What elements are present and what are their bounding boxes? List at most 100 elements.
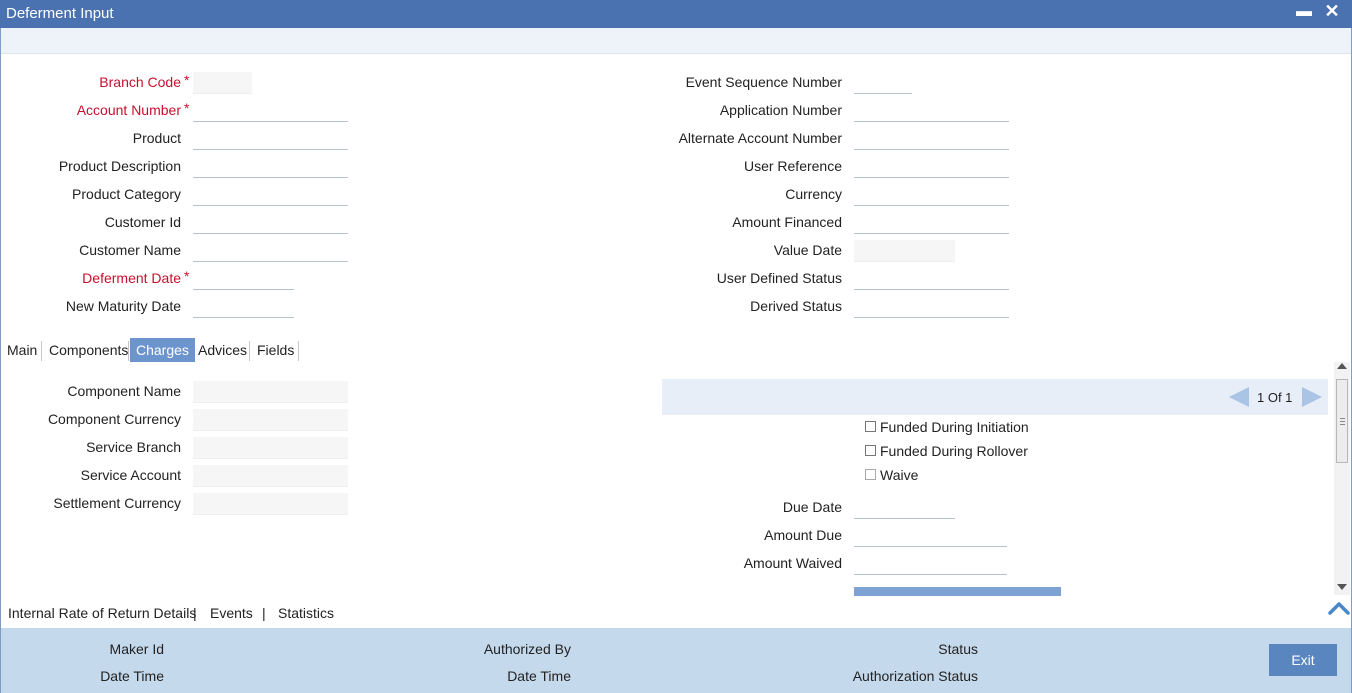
settlement-currency-field[interactable] bbox=[193, 493, 348, 515]
exit-button[interactable]: Exit bbox=[1269, 644, 1337, 676]
previous-record-icon[interactable] bbox=[1229, 387, 1249, 407]
tab-fields[interactable]: Fields bbox=[251, 338, 300, 362]
product-field[interactable] bbox=[193, 128, 348, 150]
currency-field[interactable] bbox=[854, 184, 1009, 206]
settlement-currency-label: Settlement Currency bbox=[53, 495, 181, 511]
component-name-field[interactable] bbox=[193, 381, 348, 403]
customer-id-label: Customer Id bbox=[104, 214, 181, 230]
tab-charges[interactable]: Charges bbox=[130, 338, 195, 362]
tab-main[interactable]: Main bbox=[1, 338, 43, 362]
scrollbar-thumb[interactable] bbox=[1336, 379, 1348, 463]
events-link[interactable]: Events bbox=[210, 605, 253, 621]
required-marker: * bbox=[184, 268, 190, 284]
customer-id-field[interactable] bbox=[193, 212, 348, 234]
toolbar-strip bbox=[1, 28, 1351, 54]
currency-label: Currency bbox=[785, 186, 842, 202]
tab-separator bbox=[298, 341, 299, 361]
alternate-account-number-label: Alternate Account Number bbox=[678, 130, 842, 146]
window-title: Deferment Input bbox=[6, 5, 114, 22]
waive-checkbox[interactable] bbox=[865, 469, 876, 480]
maker-date-time-label: Date Time bbox=[100, 668, 164, 684]
grip-line bbox=[1340, 421, 1345, 422]
partially-hidden-button[interactable] bbox=[854, 587, 1061, 596]
derived-status-label: Derived Status bbox=[750, 298, 842, 314]
new-maturity-date-field[interactable] bbox=[193, 296, 294, 318]
deferment-date-field[interactable] bbox=[193, 268, 294, 290]
customer-name-label: Customer Name bbox=[79, 242, 181, 258]
funded-during-rollover-checkbox[interactable] bbox=[865, 445, 876, 456]
value-date-label: Value Date bbox=[773, 242, 842, 258]
tab-separator bbox=[41, 341, 42, 361]
link-separator: | bbox=[193, 605, 197, 621]
user-defined-status-field[interactable] bbox=[854, 268, 1009, 290]
amount-due-field[interactable] bbox=[854, 525, 1007, 547]
value-date-field[interactable] bbox=[854, 240, 955, 262]
scroll-up-icon[interactable] bbox=[1337, 363, 1347, 369]
product-description-field[interactable] bbox=[193, 156, 348, 178]
amount-financed-label: Amount Financed bbox=[732, 214, 842, 230]
user-reference-field[interactable] bbox=[854, 156, 1009, 178]
customer-name-field[interactable] bbox=[193, 240, 348, 262]
tab-components[interactable]: Components bbox=[43, 338, 134, 362]
event-sequence-number-field[interactable] bbox=[854, 72, 912, 94]
application-number-label: Application Number bbox=[719, 102, 842, 118]
scroll-down-icon[interactable] bbox=[1337, 584, 1347, 590]
amount-waived-label: Amount Waived bbox=[743, 555, 842, 571]
branch-code-label: Branch Code bbox=[99, 74, 181, 90]
next-record-icon[interactable] bbox=[1302, 387, 1322, 407]
event-sequence-number-label: Event Sequence Number bbox=[685, 74, 842, 90]
derived-status-field[interactable] bbox=[854, 296, 1009, 318]
service-account-label: Service Account bbox=[80, 467, 181, 483]
funded-during-rollover-label: Funded During Rollover bbox=[880, 443, 1028, 459]
required-marker: * bbox=[184, 100, 190, 116]
deferment-date-label: Deferment Date bbox=[82, 270, 181, 286]
authorized-by-label: Authorized By bbox=[483, 641, 571, 657]
account-number-field[interactable] bbox=[193, 100, 348, 122]
component-currency-field[interactable] bbox=[193, 409, 348, 431]
alternate-account-number-field[interactable] bbox=[854, 128, 1009, 150]
component-name-label: Component Name bbox=[67, 383, 181, 399]
user-reference-label: User Reference bbox=[743, 158, 842, 174]
service-account-field[interactable] bbox=[193, 465, 348, 487]
collapse-chevron-icon[interactable] bbox=[1328, 599, 1350, 617]
checker-date-time-label: Date Time bbox=[507, 668, 571, 684]
footer-links-bar bbox=[1, 596, 1351, 628]
due-date-label: Due Date bbox=[782, 499, 842, 515]
product-category-label: Product Category bbox=[72, 186, 181, 202]
grip-line bbox=[1340, 418, 1345, 419]
link-separator: | bbox=[262, 605, 266, 621]
account-number-label: Account Number bbox=[76, 102, 181, 118]
authorization-status-label: Authorization Status bbox=[852, 668, 978, 684]
grip-line bbox=[1340, 424, 1345, 425]
maker-id-label: Maker Id bbox=[109, 641, 164, 657]
funded-during-initiation-label: Funded During Initiation bbox=[880, 419, 1029, 435]
statistics-link[interactable]: Statistics bbox=[278, 605, 334, 621]
irr-details-link[interactable]: Internal Rate of Return Details bbox=[8, 605, 196, 621]
new-maturity-date-label: New Maturity Date bbox=[65, 298, 181, 314]
user-defined-status-label: User Defined Status bbox=[716, 270, 842, 286]
amount-due-label: Amount Due bbox=[764, 527, 842, 543]
component-currency-label: Component Currency bbox=[47, 411, 181, 427]
status-label: Status bbox=[938, 641, 978, 657]
due-date-field[interactable] bbox=[854, 497, 955, 519]
tab-separator bbox=[128, 341, 129, 361]
service-branch-field[interactable] bbox=[193, 437, 348, 459]
title-bar: Deferment Input ▬ ✕ bbox=[0, 0, 1352, 28]
amount-financed-field[interactable] bbox=[854, 212, 1009, 234]
tab-separator bbox=[249, 341, 250, 361]
funded-during-initiation-checkbox[interactable] bbox=[865, 421, 876, 432]
audit-panel bbox=[1, 628, 1351, 693]
product-description-label: Product Description bbox=[58, 158, 181, 174]
application-number-field[interactable] bbox=[854, 100, 1009, 122]
close-icon[interactable]: ✕ bbox=[1324, 1, 1340, 21]
product-category-field[interactable] bbox=[193, 184, 348, 206]
amount-waived-field[interactable] bbox=[854, 553, 1007, 575]
required-marker: * bbox=[184, 72, 190, 88]
service-branch-label: Service Branch bbox=[86, 439, 181, 455]
paging-indicator: 1 Of 1 bbox=[1257, 390, 1293, 405]
tab-advices[interactable]: Advices bbox=[192, 338, 253, 362]
branch-code-field[interactable] bbox=[193, 72, 252, 94]
waive-label: Waive bbox=[880, 467, 919, 483]
minimize-icon[interactable]: ▬ bbox=[1296, 3, 1312, 21]
product-label: Product bbox=[132, 130, 181, 146]
